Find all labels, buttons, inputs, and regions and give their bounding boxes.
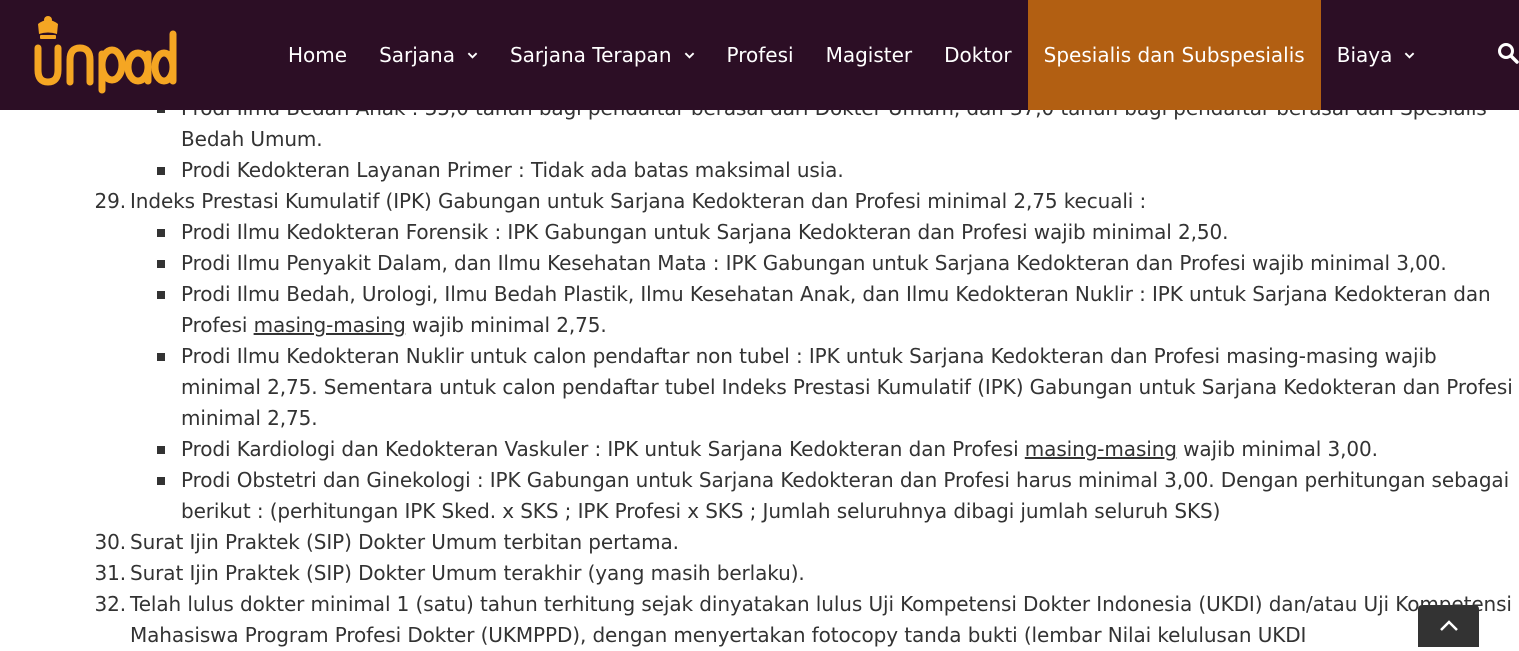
list-number: 29. (94, 189, 126, 213)
underlined-term: masing-masing (1024, 437, 1177, 461)
search-icon[interactable] (1497, 42, 1519, 64)
sub-list-item: Prodi Ilmu Bedah, Urologi, Ilmu Bedah Pl… (157, 279, 1519, 341)
nav-item-profesi[interactable]: Profesi (711, 0, 810, 110)
list-item: 30. Surat Ijin Praktek (SIP) Dokter Umum… (94, 527, 1519, 558)
list-item-text: Surat Ijin Praktek (SIP) Dokter Umum ter… (130, 561, 805, 585)
list-number: 30. (94, 530, 126, 554)
logo-icon (34, 16, 177, 94)
list-item-text: Surat Ijin Praktek (SIP) Dokter Umum ter… (130, 530, 679, 554)
list-item-text: Indeks Prestasi Kumulatif (IPK) Gabungan… (130, 189, 1147, 213)
chevron-down-icon (684, 52, 694, 59)
nav-item-biaya[interactable]: Biaya (1321, 0, 1432, 110)
list-item: 31. Surat Ijin Praktek (SIP) Dokter Umum… (94, 558, 1519, 589)
list-item-text: Telah lulus dokter minimal 1 (satu) tahu… (130, 592, 1512, 647)
sub-list-item: Prodi Obstetri dan Ginekologi : IPK Gabu… (157, 465, 1519, 527)
sub-list-item: Prodi Ilmu Kedokteran Nuklir untuk calon… (157, 341, 1519, 434)
sub-list: Prodi Ilmu Kedokteran Forensik : IPK Gab… (130, 217, 1519, 527)
sub-list-item: Prodi Kardiologi dan Kedokteran Vaskuler… (157, 434, 1519, 465)
list-number: 31. (94, 561, 126, 585)
main-nav: Home Sarjana Sarjana Terapan Profesi Mag… (272, 0, 1431, 110)
chevron-down-icon (1405, 52, 1415, 59)
requirements-list: Prodi Ilmu Bedah Anak : 35,0 tahun bagi … (94, 93, 1519, 651)
chevron-down-icon (467, 52, 478, 59)
sub-list-item: Prodi Kedokteran Layanan Primer : Tidak … (157, 155, 1519, 186)
unpad-logo[interactable] (30, 14, 180, 94)
nav-item-magister[interactable]: Magister (810, 0, 929, 110)
underlined-term: masing-masing (253, 313, 406, 337)
chevron-up-icon (1439, 620, 1458, 631)
scroll-to-top-button[interactable] (1418, 605, 1479, 647)
list-item: 29. Indeks Prestasi Kumulatif (IPK) Gabu… (94, 186, 1519, 527)
nav-item-spesialis[interactable]: Spesialis dan Subspesialis (1027, 0, 1321, 110)
nav-item-doktor[interactable]: Doktor (928, 0, 1028, 110)
nav-item-sarjana[interactable]: Sarjana (363, 0, 494, 110)
nav-item-home[interactable]: Home (272, 0, 363, 110)
list-item: 32. Telah lulus dokter minimal 1 (satu) … (94, 589, 1519, 651)
list-number: 32. (94, 592, 126, 616)
sub-list-item: Prodi Ilmu Kedokteran Forensik : IPK Gab… (157, 217, 1519, 248)
site-header: Home Sarjana Sarjana Terapan Profesi Mag… (0, 0, 1519, 110)
nav-item-sarjana-terapan[interactable]: Sarjana Terapan (494, 0, 711, 110)
sub-list-item: Prodi Ilmu Penyakit Dalam, dan Ilmu Kese… (157, 248, 1519, 279)
